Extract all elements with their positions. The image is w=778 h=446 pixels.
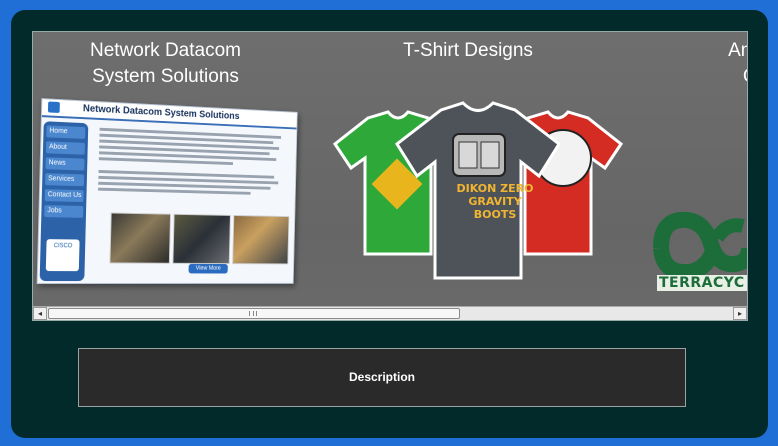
horizontal-scrollbar[interactable]: ◂ ▸	[33, 306, 747, 320]
server-room-photo	[109, 212, 171, 264]
scroll-left-button[interactable]: ◂	[33, 307, 47, 320]
description-label: Description	[348, 370, 415, 384]
image-gallery[interactable]: Network Datacom System Solutions T-Shirt…	[32, 31, 748, 321]
site-nav-home: Home	[46, 125, 86, 139]
gallery-caption-animation: Anima Ca	[728, 40, 747, 87]
grip-icon	[249, 311, 257, 316]
scroll-thumb[interactable]	[48, 308, 460, 319]
site-nav: Home About News Services Contact Us Jobs…	[39, 121, 89, 282]
office-photo	[232, 215, 290, 265]
site-nav-jobs: Jobs	[44, 205, 84, 218]
scroll-right-button[interactable]: ▸	[733, 307, 747, 320]
shirt-graphic-text: DIKON ZERO GRAVITY BOOTS	[456, 182, 534, 221]
cisco-logo: CISCO	[45, 239, 80, 272]
terracycle-wordmark: TERRACYC	[657, 275, 747, 291]
gallery-image-network-datacom[interactable]: Network Datacom System Solutions Home Ab…	[36, 98, 298, 285]
site-title: Network Datacom System Solutions	[82, 103, 240, 122]
gallery-caption-tshirt-designs: T-Shirt Designs	[403, 40, 533, 61]
site-nav-about: About	[45, 141, 85, 155]
site-photo-strip	[109, 212, 290, 265]
site-body-text	[98, 127, 288, 199]
description-box: Description	[78, 348, 686, 407]
gallery-image-tshirts[interactable]: DIKON ZERO GRAVITY BOOTS	[333, 101, 623, 284]
site-nav-contact: Contact Us	[44, 189, 84, 203]
site-nav-services: Services	[45, 173, 85, 187]
gallery-caption-network-datacom: Network Datacom System Solutions	[90, 40, 241, 87]
site-nav-news: News	[45, 157, 85, 171]
monitor-icon	[47, 101, 60, 113]
view-more-photos-button: View More Photos	[188, 263, 228, 281]
network-rack-photo	[172, 213, 232, 265]
